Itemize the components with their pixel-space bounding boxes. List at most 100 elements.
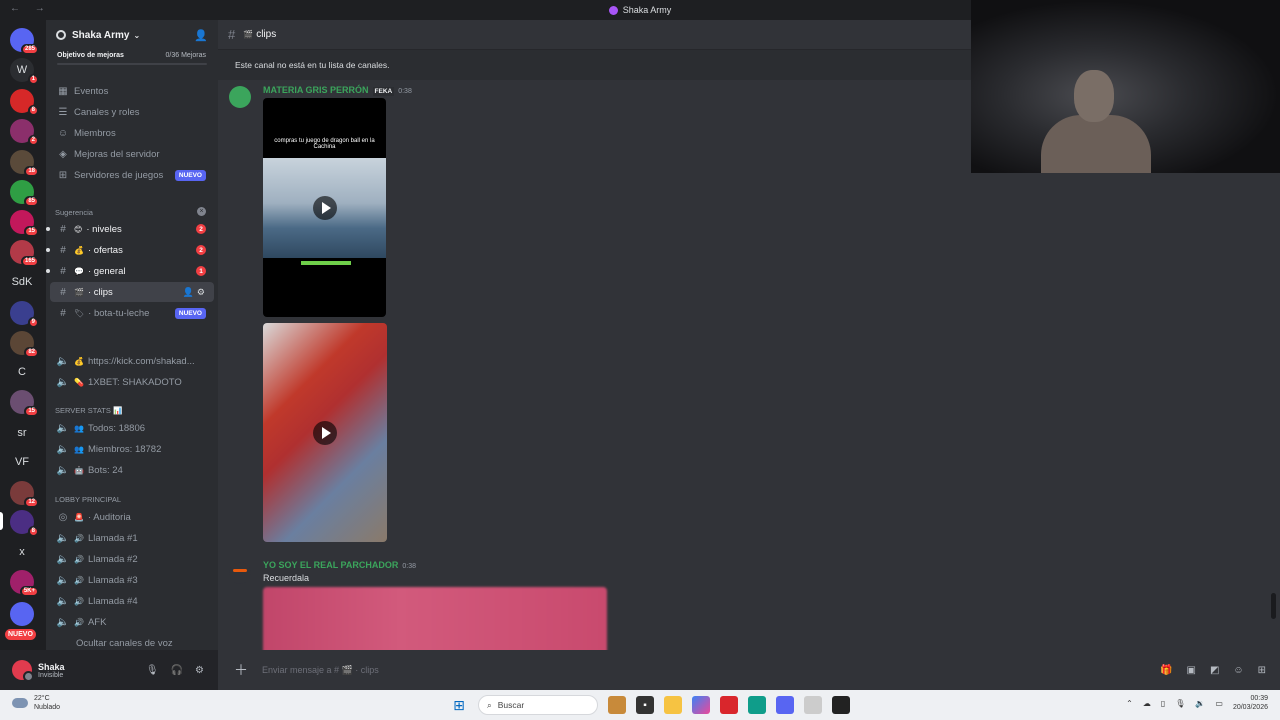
server-icon[interactable]: 18 [10, 150, 39, 177]
play-icon[interactable] [312, 195, 337, 220]
server-header[interactable]: Shaka Army ⌄ 👤 [46, 20, 218, 50]
channel-niveles[interactable]: # 😊 · niveles 2 [46, 219, 214, 239]
folder-icon[interactable] [664, 696, 682, 714]
boost-goal[interactable]: Objetivo de mejoras 0/36 Mejoras [46, 52, 218, 59]
server-icon[interactable]: 2 [10, 119, 39, 146]
server-icon[interactable]: 12 [10, 481, 39, 508]
cloud-sync-icon[interactable]: ☁ [1143, 699, 1151, 708]
server-icon[interactable]: C [10, 360, 34, 384]
task-view-icon[interactable]: ▪ [636, 696, 654, 714]
channel-tools[interactable]: 👤⚙ [183, 287, 208, 298]
chevron-up-icon[interactable]: ⌃ [1126, 699, 1133, 708]
sidebar-item-servidores-de-juegos[interactable]: ⊞ Servidores de juegos NUEVO [50, 165, 214, 185]
voice-channel-link[interactable]: 🔈 💊 1XBET: SHAKADOTO [50, 372, 214, 392]
server-icon[interactable]: 15 [10, 390, 39, 417]
channel-clips[interactable]: # 🎬 · clips 👤⚙ [50, 282, 214, 302]
message-author-name[interactable]: YO SOY EL REAL PARCHADOR [263, 560, 398, 570]
voice-channel[interactable]: 🔈 🔊 Llamada #3 [50, 570, 214, 590]
sticker-icon[interactable]: ◩ [1210, 665, 1219, 676]
invite-icon[interactable]: 👤 [194, 29, 208, 42]
stat-channel[interactable]: 🔈 👥 Miembros: 18782 [50, 439, 214, 459]
microphone-icon[interactable]: 🎙 [146, 665, 159, 676]
gif-icon[interactable]: ▣ [1186, 665, 1195, 676]
video-attachment[interactable] [263, 323, 387, 542]
avatar[interactable] [229, 86, 251, 108]
clock[interactable]: 00:39 20/03/2026 [1233, 694, 1268, 712]
voice-channel-link[interactable]: 🔈 💰 https://kick.com/shakad... [50, 351, 214, 371]
server-icon[interactable]: x [10, 540, 34, 564]
server-icon[interactable]: sr [10, 421, 34, 445]
video-attachment[interactable]: compras tu juego de dragon ball en la Ca… [263, 98, 386, 317]
avatar[interactable] [12, 660, 34, 682]
taskbar-search[interactable]: ⌕ Buscar [478, 695, 598, 715]
add-attachment-icon[interactable]: ＋ [230, 660, 252, 680]
server-icon[interactable]: 9 [10, 301, 39, 328]
voice-channel[interactable]: 🔈 🔊 AFK [50, 612, 214, 632]
server-icon[interactable]: 82 [10, 331, 39, 358]
server-icon[interactable] [10, 602, 34, 626]
voice-channel[interactable]: 🔈 🔊 Llamada #1 [50, 528, 214, 548]
discord-icon[interactable] [776, 696, 794, 714]
stat-label: Bots: 24 [87, 464, 123, 476]
headphones-icon[interactable]: 🎧 [171, 665, 183, 676]
gift-icon[interactable]: 🎁 [1160, 665, 1172, 676]
server-icon[interactable]: 85 [10, 180, 39, 207]
stat-channel[interactable]: 🔈 🤖 Bots: 24 [50, 460, 214, 480]
video-watermark [301, 261, 351, 265]
game-app-icon[interactable] [608, 696, 626, 714]
obs-icon[interactable] [832, 696, 850, 714]
windows-start-icon[interactable]: ⊞ [450, 696, 468, 714]
close-icon[interactable]: × [197, 207, 206, 216]
voice-channel[interactable]: ◎ 🚨 · Auditoria [50, 507, 214, 527]
channel-general[interactable]: # 💬 · general 1 [46, 261, 214, 281]
channel-bota-tu-leche[interactable]: # 🏷 · bota-tu-leche NUEVO [50, 303, 214, 323]
hide-voice-channels[interactable]: Ocultar canales de voz [50, 633, 214, 650]
avatar[interactable] [229, 562, 251, 584]
server-icon[interactable]: VF [10, 450, 34, 474]
server-icon[interactable]: 5K+ [10, 570, 39, 597]
channel-emoji-icon: 🔊 [74, 575, 84, 585]
server-icon[interactable]: 8 [10, 510, 39, 537]
office-app-icon[interactable] [720, 696, 738, 714]
server-icon[interactable]: 8 [10, 89, 39, 116]
battery-icon[interactable]: ▯ [1161, 699, 1165, 708]
voice-channel[interactable]: 🔈 🔊 Llamada #4 [50, 591, 214, 611]
gear-icon[interactable]: ⚙ [195, 665, 204, 676]
play-icon[interactable] [313, 420, 337, 445]
emoji-icon[interactable]: ☺ [1233, 665, 1243, 676]
edge-browser-icon[interactable] [748, 696, 766, 714]
voice-channel[interactable]: 🔈 🔊 Llamada #2 [50, 549, 214, 569]
sidebar-item-mejoras-del-servidor[interactable]: ◈ Mejoras del servidor [50, 144, 214, 164]
new-badge[interactable]: NUEVO [5, 629, 36, 640]
server-icon[interactable]: 15 [10, 210, 39, 237]
message-input[interactable]: Enviar mensaje a # 🎬 · clips [262, 665, 379, 676]
sidebar-item-miembros[interactable]: ☺ Miembros [50, 123, 214, 143]
apps-icon[interactable]: ⊞ [1258, 665, 1266, 676]
settings-app-icon[interactable] [804, 696, 822, 714]
copilot-icon[interactable] [692, 696, 710, 714]
scrollbar[interactable] [1271, 593, 1276, 619]
server-icon[interactable]: SdK [10, 270, 34, 294]
back-forward-icon[interactable]: ← → [10, 3, 51, 14]
stat-channel[interactable]: 🔈 👥 Todos: 18806 [50, 418, 214, 438]
channel-ofertas[interactable]: # 💰 · ofertas 2 [46, 240, 214, 260]
sidebar-item-eventos[interactable]: ▦ Eventos [50, 81, 214, 101]
category-header[interactable]: Sugerencia × [55, 207, 206, 217]
message-author[interactable]: MATERIA GRIS PERRÓN FEKA 0:38 [263, 85, 412, 96]
network-icon[interactable]: ▭ [1215, 699, 1223, 708]
stat-emoji-icon: 👥 [74, 423, 84, 433]
microphone-icon[interactable]: 🎙 [1175, 699, 1185, 708]
message-author-name[interactable]: MATERIA GRIS PERRÓN [263, 85, 369, 95]
server-icon[interactable]: 285 [10, 28, 39, 55]
stats-category[interactable]: SERVER STATS 📊 [55, 406, 122, 415]
volume-icon[interactable]: 🔉 [1195, 699, 1205, 708]
lobby-category[interactable]: LOBBY PRINCIPAL [55, 495, 121, 504]
sidebar-item-canales-y-roles[interactable]: ☰ Canales y roles [50, 102, 214, 122]
message-author[interactable]: YO SOY EL REAL PARCHADOR 0:38 [263, 560, 416, 570]
server-icon[interactable]: W1 [10, 58, 39, 85]
image-attachment[interactable] [263, 587, 607, 650]
weather-widget[interactable]: 22°C Nublado [12, 694, 60, 712]
server-icon[interactable]: 165 [10, 240, 39, 267]
boost-goal-label: Objetivo de mejoras [57, 52, 124, 59]
channel-name: · Auditoria [87, 511, 131, 523]
